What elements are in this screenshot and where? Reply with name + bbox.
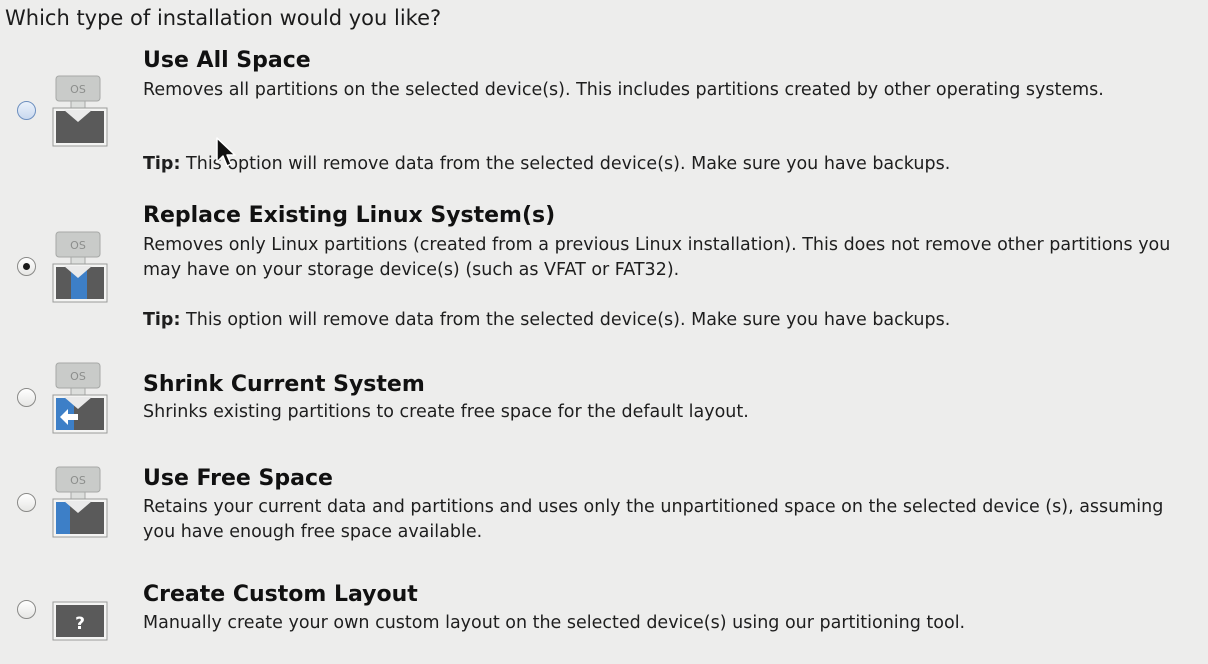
use-all-space-title: Use All Space bbox=[143, 48, 311, 73]
installation-type-question: Which type of installation would you lik… bbox=[5, 6, 442, 30]
option-use-all-space[interactable]: OS Use All Space Removes all partitions … bbox=[0, 48, 1208, 190]
replace-existing-linux-tip: Tip: This option will remove data from t… bbox=[143, 308, 1193, 332]
question-mark: ? bbox=[75, 614, 85, 634]
replace-existing-linux-description: Removes only Linux partitions (created f… bbox=[143, 235, 1171, 280]
os-label: OS bbox=[70, 474, 86, 487]
option-replace-existing-linux[interactable]: OS Replace Existing Linux System(s) Remo… bbox=[0, 203, 1208, 345]
option-create-custom-layout[interactable]: ? Create Custom Layout Manually create y… bbox=[0, 580, 1208, 660]
custom-layout-icon: ? bbox=[52, 568, 110, 644]
option-shrink-current-system[interactable]: OS Shrink Current System Shrinks existin… bbox=[0, 362, 1208, 445]
use-free-space-description: Retains your current data and partitions… bbox=[143, 497, 1164, 542]
tip-label: Tip: bbox=[143, 154, 181, 174]
os-replace-linux-icon: OS bbox=[52, 230, 110, 306]
use-all-space-description: Removes all partitions on the selected d… bbox=[143, 80, 1104, 100]
create-custom-layout-description: Manually create your own custom layout o… bbox=[143, 613, 966, 633]
create-custom-layout-title: Create Custom Layout bbox=[143, 582, 418, 607]
use-all-space-tip: Tip: This option will remove data from t… bbox=[143, 152, 1193, 176]
create-custom-layout-radio[interactable] bbox=[17, 600, 36, 619]
replace-existing-linux-title: Replace Existing Linux System(s) bbox=[143, 203, 556, 228]
shrink-current-system-radio[interactable] bbox=[17, 388, 36, 407]
option-use-free-space[interactable]: OS Use Free Space Retains your current d… bbox=[0, 465, 1208, 555]
selected-dot bbox=[23, 263, 30, 270]
use-free-space-title: Use Free Space bbox=[143, 466, 333, 491]
os-label: OS bbox=[70, 239, 86, 252]
tip-text: This option will remove data from the se… bbox=[180, 154, 951, 174]
os-all-space-icon: OS bbox=[52, 74, 110, 150]
tip-label: Tip: bbox=[143, 310, 181, 330]
shrink-current-system-description: Shrinks existing partitions to create fr… bbox=[143, 402, 749, 422]
use-all-space-radio[interactable] bbox=[17, 101, 36, 120]
tip-text: This option will remove data from the se… bbox=[180, 310, 951, 330]
os-free-space-icon: OS bbox=[52, 465, 110, 541]
os-label: OS bbox=[70, 83, 86, 96]
use-free-space-radio[interactable] bbox=[17, 493, 36, 512]
os-label: OS bbox=[70, 370, 86, 383]
shrink-current-system-title: Shrink Current System bbox=[143, 372, 425, 397]
replace-existing-linux-radio[interactable] bbox=[17, 257, 36, 276]
os-shrink-icon: OS bbox=[52, 361, 110, 437]
